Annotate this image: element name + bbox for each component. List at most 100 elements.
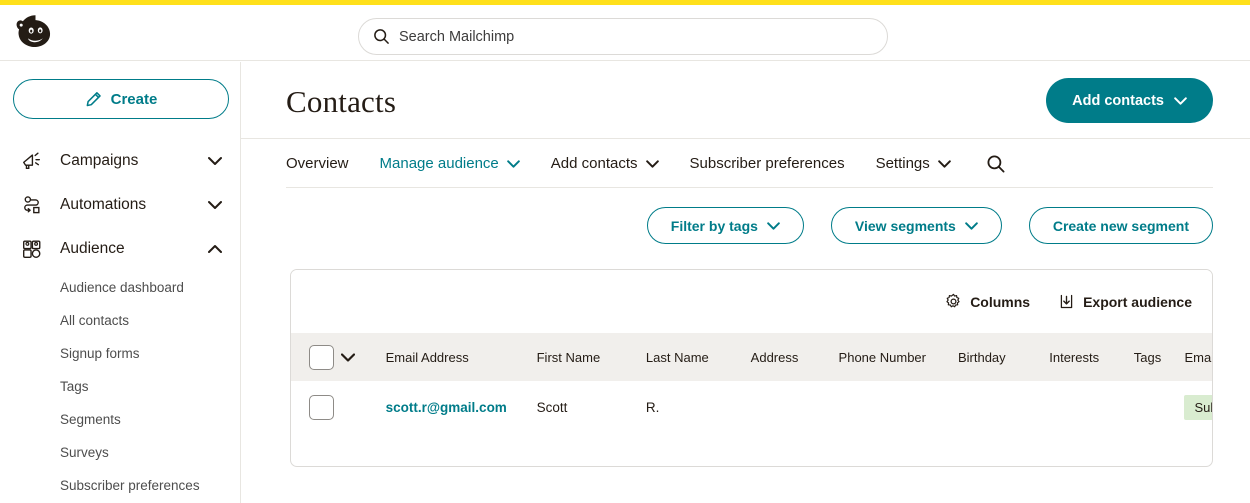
sidebar-subitem-surveys[interactable]: Surveys — [0, 436, 240, 469]
cell-interests — [1049, 381, 1134, 436]
table-header: Email Address First Name Last Name Addre… — [291, 333, 1212, 381]
select-all-checkbox[interactable] — [309, 344, 334, 370]
chevron-down-icon — [937, 159, 951, 168]
main-content: Contacts Add contacts Overview Manage au… — [241, 62, 1250, 503]
cell-email-marketing: Subscribed — [1184, 381, 1212, 436]
sidebar-subitem-label: Tags — [60, 379, 89, 394]
tab-label: Add contacts — [550, 155, 638, 172]
filter-by-tags-button[interactable]: Filter by tags — [646, 207, 804, 244]
sidebar-subitem-audience-dashboard[interactable]: Audience dashboard — [0, 271, 240, 304]
create-button[interactable]: Create — [13, 79, 229, 119]
columns-label: Columns — [970, 293, 1031, 310]
table-row[interactable]: scott.r@gmail.com Scott R. Subscribed — [291, 381, 1212, 436]
tab-subscriber-preferences[interactable]: Subscriber preferences — [690, 139, 845, 188]
sidebar-item-label: Campaigns — [60, 152, 139, 169]
chevron-down-icon — [506, 159, 520, 168]
search-input[interactable] — [399, 19, 873, 54]
page-header: Contacts Add contacts — [241, 62, 1250, 139]
tab-label: Subscriber preferences — [689, 155, 845, 172]
view-segments-button[interactable]: View segments — [830, 207, 1002, 244]
sidebar-subitem-label: Segments — [60, 412, 121, 427]
create-new-segment-button[interactable]: Create new segment — [1028, 207, 1213, 244]
export-audience-label: Export audience — [1083, 293, 1192, 310]
cell-first-name: Scott — [536, 381, 646, 436]
column-header-birthday[interactable]: Birthday — [958, 333, 1049, 381]
column-header-interests[interactable]: Interests — [1049, 333, 1134, 381]
global-search[interactable] — [358, 18, 888, 55]
row-select-cell — [291, 381, 341, 436]
tab-bar: Overview Manage audience Add contacts Su… — [241, 139, 1250, 188]
tab-manage-audience[interactable]: Manage audience — [380, 139, 520, 188]
tab-overview[interactable]: Overview — [286, 139, 349, 188]
tab-add-contacts[interactable]: Add contacts — [551, 139, 659, 188]
sidebar-subitem-segments[interactable]: Segments — [0, 403, 240, 436]
sidebar-item-label: Audience — [60, 240, 125, 257]
create-button-label: Create — [110, 90, 158, 108]
search-icon — [374, 29, 389, 44]
sidebar-item-campaigns[interactable]: Campaigns — [0, 139, 240, 183]
sidebar-subitem-label: Signup forms — [60, 346, 140, 361]
automation-flow-icon — [18, 193, 44, 217]
sidebar-item-automations[interactable]: Automations — [0, 183, 240, 227]
chevron-down-icon — [965, 221, 978, 230]
sidebar-subitem-label: Subscriber preferences — [60, 478, 200, 493]
gear-icon — [946, 293, 960, 308]
table-body: scott.r@gmail.com Scott R. Subscribed — [291, 381, 1212, 436]
select-options-cell — [340, 333, 386, 381]
sidebar-subitem-label: Audience dashboard — [60, 280, 184, 295]
tab-label: Manage audience — [379, 155, 499, 172]
column-header-last-name[interactable]: Last Name — [646, 333, 751, 381]
sidebar-item-audience[interactable]: Audience — [0, 227, 240, 271]
mailchimp-freddie-logo[interactable] — [12, 9, 60, 57]
add-contacts-button[interactable]: Add contacts — [1046, 78, 1213, 123]
chevron-down-icon — [645, 159, 659, 168]
sidebar-subitem-subscriber-preferences[interactable]: Subscriber preferences — [0, 469, 240, 502]
filter-by-tags-label: Filter by tags — [670, 217, 758, 234]
add-contacts-button-label: Add contacts — [1072, 92, 1164, 109]
sidebar-subitem-all-contacts[interactable]: All contacts — [0, 304, 240, 337]
export-download-icon — [1060, 294, 1073, 309]
column-header-email-marketing[interactable]: Email Market — [1184, 333, 1212, 381]
chevron-down-icon[interactable] — [208, 201, 222, 210]
tab-label: Settings — [875, 155, 930, 172]
mailchimp-contacts-page: Create Campaigns — [0, 0, 1250, 503]
search-icon — [987, 154, 1005, 173]
sidebar-nav: Campaigns Automations Audience Audience … — [0, 139, 240, 502]
sidebar-subitem-label: Surveys — [60, 445, 109, 460]
megaphone-icon — [18, 149, 44, 173]
chevron-down-icon — [1174, 96, 1187, 105]
page-title: Contacts — [286, 84, 397, 119]
chevron-down-icon[interactable] — [340, 352, 355, 362]
status-badge: Subscribed — [1184, 395, 1212, 421]
cell-tags — [1133, 381, 1185, 436]
chevron-up-icon[interactable] — [208, 245, 222, 254]
column-header-address[interactable]: Address — [751, 333, 839, 381]
sidebar-subitem-signup-forms[interactable]: Signup forms — [0, 337, 240, 370]
sidebar-subitem-tags[interactable]: Tags — [0, 370, 240, 403]
column-header-phone-number[interactable]: Phone Number — [839, 333, 958, 381]
select-all-cell — [291, 333, 341, 381]
filter-button-row: Filter by tags View segments Create new … — [241, 188, 1250, 244]
cell-last-name: R. — [645, 381, 751, 436]
tab-search-button[interactable] — [986, 154, 1006, 174]
audience-people-icon — [18, 237, 44, 261]
cell-email-address: scott.r@gmail.com — [385, 381, 537, 436]
sidebar-subitem-label: All contacts — [60, 313, 130, 328]
create-new-segment-label: Create new segment — [1052, 217, 1189, 234]
tab-bar-divider — [286, 187, 1213, 188]
email-link[interactable]: scott.r@gmail.com — [386, 400, 507, 415]
tab-label: Overview — [286, 155, 349, 172]
row-checkbox[interactable] — [309, 395, 334, 421]
cell-address — [750, 381, 839, 436]
sidebar: Create Campaigns Automations Audience Au… — [0, 62, 241, 503]
columns-button[interactable]: Columns — [945, 293, 1030, 310]
column-header-first-name[interactable]: First Name — [537, 333, 646, 381]
cell-birthday — [957, 381, 1050, 436]
column-header-email-address[interactable]: Email Address — [386, 333, 537, 381]
column-header-tags[interactable]: Tags — [1134, 333, 1185, 381]
chevron-down-icon[interactable] — [208, 157, 222, 166]
table-toolbar: Columns Export audience — [291, 270, 1212, 333]
view-segments-label: View segments — [854, 217, 956, 234]
tab-settings[interactable]: Settings — [876, 139, 951, 188]
export-audience-button[interactable]: Export audience — [1058, 293, 1192, 310]
